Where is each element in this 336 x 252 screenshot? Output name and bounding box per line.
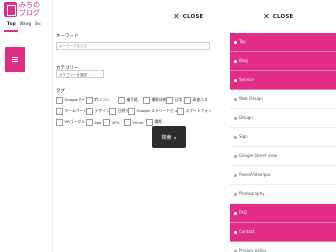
tag-row: ホームページ デザイン 日帰り Google ストリートビュー スマートフォン bbox=[56, 107, 214, 118]
checkbox-icon[interactable] bbox=[177, 107, 184, 115]
tag-checkbox[interactable]: 複写紙 bbox=[118, 96, 138, 104]
bullet-icon bbox=[234, 193, 237, 196]
drawer-item-label: Sign bbox=[239, 134, 248, 139]
tag-checkbox[interactable]: UFO bbox=[103, 118, 119, 126]
tag-checkbox[interactable]: 日帰り bbox=[109, 107, 129, 115]
logo-text: みちの ブログ bbox=[19, 1, 40, 17]
tag-checkbox[interactable]: 日用 bbox=[166, 96, 182, 104]
search-button-label: 検索 bbox=[161, 134, 172, 141]
active-tab-indicator bbox=[4, 30, 18, 32]
drawer-item-label: Design bbox=[239, 115, 253, 120]
bullet-icon bbox=[234, 174, 237, 177]
checkbox-icon[interactable] bbox=[86, 118, 93, 126]
drawer-item-label: Web Design bbox=[239, 96, 263, 101]
tag-checkbox[interactable]: 撮影 bbox=[146, 118, 162, 126]
drawer-item-label: FAQ bbox=[239, 210, 247, 215]
tag-checkbox[interactable]: 高速バス bbox=[184, 96, 208, 104]
bullet-icon bbox=[234, 155, 237, 158]
close-label: CLOSE bbox=[182, 14, 204, 20]
caret-right-icon: ▸ bbox=[174, 134, 177, 140]
checkbox-icon[interactable] bbox=[124, 118, 131, 126]
drawer-item-top[interactable]: Top bbox=[230, 33, 336, 52]
bullet-icon bbox=[234, 136, 237, 139]
checkbox-icon[interactable] bbox=[109, 107, 116, 115]
drawer-close-button[interactable]: ✕ CLOSE bbox=[263, 12, 293, 22]
checkbox-icon[interactable] bbox=[143, 96, 150, 104]
keyword-input[interactable] bbox=[56, 42, 210, 50]
tag-checkbox[interactable]: ホームページ bbox=[56, 107, 87, 115]
search-close-button[interactable]: ✕ CLOSE bbox=[173, 12, 203, 22]
drawer-item-google-street-view[interactable]: Google Street view bbox=[230, 147, 336, 166]
tag-row: Googleマイマップ パソコン 複写紙 撮影技術 日用 高速バス bbox=[56, 96, 214, 107]
drawer-item-privacy-policy[interactable]: Privacy policy bbox=[230, 242, 336, 252]
logo-mark-icon bbox=[4, 2, 17, 17]
nav-drawer: ✕ CLOSE Top Blog Service Web Design Design Si… bbox=[230, 0, 336, 252]
drawer-item-label: Top bbox=[239, 39, 246, 44]
checkbox-icon[interactable] bbox=[86, 107, 93, 115]
close-icon: ✕ bbox=[263, 12, 270, 21]
tag-checkbox[interactable]: 撮影技術 bbox=[143, 96, 167, 104]
tag-checkbox[interactable]: デザイン bbox=[86, 107, 110, 115]
drawer-item-label: Photography bbox=[239, 191, 265, 196]
site-tab-top[interactable]: Top bbox=[7, 22, 16, 27]
checkbox-icon[interactable] bbox=[56, 118, 63, 126]
site-tabs: Top Blog Sc bbox=[0, 22, 52, 34]
drawer-item-photography[interactable]: Photography bbox=[230, 185, 336, 204]
drawer-item-panel-video-pas[interactable]: Panel/Video/pas bbox=[230, 166, 336, 185]
hamburger-line bbox=[12, 61, 18, 62]
checkbox-icon[interactable] bbox=[86, 96, 93, 104]
checkbox-icon[interactable] bbox=[56, 96, 63, 104]
tags-label: タグ bbox=[56, 89, 65, 94]
hamburger-menu-button[interactable] bbox=[5, 47, 25, 72]
drawer-item-design[interactable]: Design bbox=[230, 109, 336, 128]
bullet-icon bbox=[234, 98, 237, 101]
hamburger-line bbox=[12, 57, 18, 58]
bullet-icon bbox=[234, 60, 237, 63]
site-strip: みちの ブログ Top Blog Sc bbox=[0, 0, 52, 252]
keyword-label: キーワード bbox=[56, 34, 79, 39]
bullet-icon bbox=[234, 41, 237, 44]
checkbox-icon[interactable] bbox=[184, 96, 191, 104]
drawer-item-label: Panel/Video/pas bbox=[239, 172, 271, 177]
checkbox-icon[interactable] bbox=[128, 107, 135, 115]
tag-checkbox[interactable]: パソコン bbox=[86, 96, 110, 104]
bullet-icon bbox=[234, 117, 237, 120]
close-label: CLOSE bbox=[272, 14, 294, 20]
hamburger-line bbox=[12, 59, 18, 60]
close-icon: ✕ bbox=[173, 12, 180, 21]
drawer-item-label: Google Street view bbox=[239, 153, 278, 158]
drawer-item-label: Service bbox=[239, 77, 254, 82]
tag-row: VRゴーグル ligo UFO Prime 撮影 bbox=[56, 118, 214, 129]
site-tab-service[interactable]: Sc bbox=[35, 22, 41, 27]
drawer-item-label: Contact bbox=[239, 229, 255, 234]
search-overlay: ✕ CLOSE キーワード カテゴリー カテゴリーを選択 タグ Googleマイ… bbox=[52, 0, 212, 252]
drawer-menu-list: Top Blog Service Web Design Design Sign Google… bbox=[230, 33, 336, 252]
tag-checkbox[interactable]: Google ストリートビュー bbox=[128, 107, 181, 115]
bullet-icon bbox=[234, 212, 237, 215]
checkbox-icon[interactable] bbox=[118, 96, 125, 104]
drawer-item-label: Blog bbox=[239, 58, 248, 63]
checkbox-icon[interactable] bbox=[103, 118, 110, 126]
drawer-item-contact[interactable]: Contact bbox=[230, 223, 336, 242]
tag-checkbox[interactable]: Prime bbox=[124, 118, 143, 126]
checkbox-icon[interactable] bbox=[56, 107, 63, 115]
bullet-icon bbox=[234, 79, 237, 82]
tag-checkbox-list: Googleマイマップ パソコン 複写紙 撮影技術 日用 高速バス ホームページ… bbox=[56, 96, 214, 129]
bullet-icon bbox=[234, 231, 237, 234]
site-tab-blog[interactable]: Blog bbox=[20, 22, 31, 27]
drawer-item-label: Privacy policy bbox=[239, 248, 267, 252]
site-logo[interactable]: みちの ブログ bbox=[4, 1, 48, 18]
category-select[interactable]: カテゴリーを選択 bbox=[56, 70, 104, 78]
checkbox-icon[interactable] bbox=[146, 118, 153, 126]
drawer-item-blog[interactable]: Blog bbox=[230, 52, 336, 71]
tag-checkbox[interactable]: スマートフォン bbox=[177, 107, 212, 115]
drawer-item-web-design[interactable]: Web Design bbox=[230, 90, 336, 109]
checkbox-icon[interactable] bbox=[166, 96, 173, 104]
drawer-item-service[interactable]: Service bbox=[230, 71, 336, 90]
tag-checkbox[interactable]: VRゴーグル bbox=[56, 118, 85, 126]
tag-checkbox[interactable]: ligo bbox=[86, 118, 101, 126]
drawer-item-faq[interactable]: FAQ bbox=[230, 204, 336, 223]
drawer-item-sign[interactable]: Sign bbox=[230, 128, 336, 147]
search-submit-button[interactable]: 検索 ▸ bbox=[152, 126, 186, 148]
